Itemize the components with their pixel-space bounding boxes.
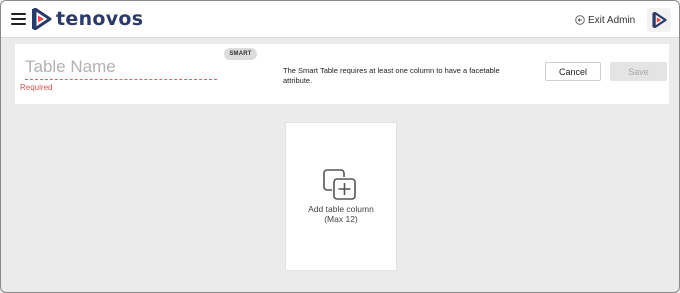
- save-button[interactable]: Save: [610, 62, 667, 81]
- top-bar: tenovos Exit Admin: [1, 1, 679, 38]
- add-column-label: Add table column (Max 12): [286, 204, 396, 224]
- tenovos-play-icon: [652, 12, 667, 28]
- exit-admin-label: Exit Admin: [588, 14, 636, 26]
- add-column-label-line2: (Max 12): [324, 214, 358, 224]
- add-column-label-line1: Add table column: [308, 204, 374, 214]
- exit-circle-icon: [575, 15, 585, 25]
- required-message: Required: [20, 83, 53, 92]
- table-header-panel: Required SMART The Smart Table requires …: [15, 44, 669, 104]
- copy-add-icon: [323, 169, 356, 200]
- smart-badge: SMART: [224, 48, 257, 60]
- add-table-column-card[interactable]: Add table column (Max 12): [285, 122, 397, 271]
- hamburger-icon[interactable]: [11, 13, 26, 25]
- brand-button[interactable]: [647, 8, 671, 32]
- facetable-notice: The Smart Table requires at least one co…: [283, 66, 500, 85]
- cancel-button[interactable]: Cancel: [545, 62, 601, 81]
- logo-text: tenovos: [56, 8, 144, 30]
- table-name-input[interactable]: [25, 54, 217, 80]
- logo[interactable]: tenovos: [30, 7, 143, 31]
- exit-admin-link[interactable]: Exit Admin: [575, 13, 635, 27]
- app-window: tenovos Exit Admin Required SMART The Sm…: [0, 0, 680, 293]
- tenovos-logo-icon: [32, 8, 52, 30]
